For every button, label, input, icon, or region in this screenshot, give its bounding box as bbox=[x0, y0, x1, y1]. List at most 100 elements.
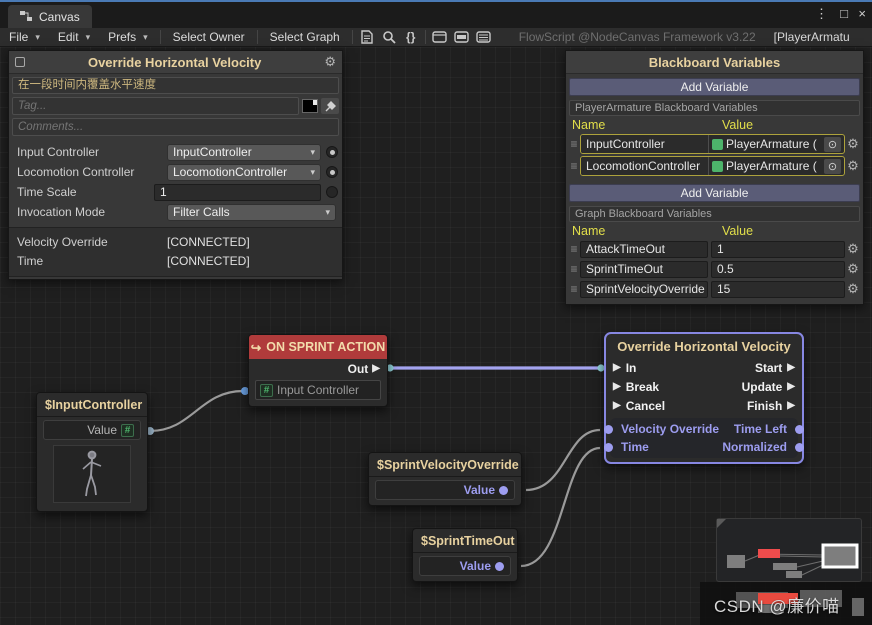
tag-input[interactable] bbox=[12, 97, 299, 115]
chevron-down-icon: ▾ bbox=[35, 31, 40, 42]
blackboard-title: Blackboard Variables bbox=[648, 54, 781, 70]
variable-name-field[interactable]: LocomotionController bbox=[581, 157, 709, 175]
velocity-override-port[interactable]: Velocity Override bbox=[604, 422, 719, 436]
node-sprint-velocity-override-variable[interactable]: $SprintVelocityOverride Value bbox=[368, 452, 522, 506]
collapse-icon[interactable] bbox=[15, 57, 25, 67]
gear-icon[interactable]: ⚙ bbox=[845, 158, 861, 174]
drag-handle-icon[interactable]: ≡ bbox=[568, 282, 580, 296]
value-port-icon[interactable] bbox=[499, 485, 508, 495]
locomotion-controller-dropdown[interactable]: LocomotionController ▾ bbox=[167, 163, 321, 181]
node-override-horizontal-velocity[interactable]: Override Horizontal Velocity ▶ In Start … bbox=[604, 332, 804, 464]
panel-toggle-inspector-icon[interactable] bbox=[429, 28, 451, 46]
connected-status: [CONNECTED] bbox=[167, 234, 250, 249]
search-icon[interactable] bbox=[378, 28, 400, 46]
variable-name-field[interactable]: InputController bbox=[581, 135, 709, 153]
in-port[interactable]: ▶ In bbox=[613, 361, 636, 375]
variable-name-field[interactable]: SprintVelocityOverride bbox=[580, 280, 708, 298]
input-controller-param-field[interactable]: # Input Controller bbox=[255, 380, 381, 400]
menu-file[interactable]: File ▾ bbox=[0, 28, 49, 46]
time-scale-input[interactable] bbox=[154, 183, 321, 201]
blackboard-toggle-radio[interactable] bbox=[326, 146, 338, 158]
drag-handle-icon[interactable]: ≡ bbox=[568, 262, 580, 276]
variable-value-field[interactable]: 1 bbox=[711, 240, 845, 258]
blackboard-toggle-radio[interactable] bbox=[326, 166, 338, 178]
input-controller-dropdown[interactable]: InputController ▾ bbox=[167, 143, 321, 161]
node-color-swatch[interactable] bbox=[302, 99, 318, 113]
variable-name-field[interactable]: AttackTimeOut bbox=[580, 240, 708, 258]
node-sprint-timeout-variable[interactable]: $SprintTimeOut Value bbox=[412, 528, 518, 582]
blackboard-toggle-radio[interactable] bbox=[326, 186, 338, 198]
menu-prefs[interactable]: Prefs ▾ bbox=[99, 28, 157, 46]
value-port-icon[interactable] bbox=[795, 424, 804, 434]
start-port[interactable]: Start ▶ bbox=[755, 361, 795, 375]
gear-icon[interactable]: ⚙ bbox=[845, 261, 861, 277]
gameobject-icon bbox=[712, 160, 723, 172]
break-port[interactable]: ▶ Break bbox=[613, 380, 659, 394]
node-input-controller-variable[interactable]: $InputController Value # bbox=[36, 392, 148, 512]
close-icon[interactable]: × bbox=[858, 6, 866, 21]
eyedropper-icon[interactable] bbox=[321, 98, 339, 114]
value-port-icon[interactable] bbox=[604, 424, 613, 434]
gear-icon[interactable]: ⚙ bbox=[324, 54, 336, 70]
minimap-resize-handle[interactable] bbox=[717, 519, 726, 528]
graph-owner-label[interactable]: [PlayerArmatu bbox=[774, 30, 850, 44]
divider bbox=[369, 476, 521, 477]
variable-value-field[interactable]: 15 bbox=[711, 280, 845, 298]
tab-canvas[interactable]: Canvas bbox=[8, 5, 92, 28]
add-variable-button[interactable]: Add Variable bbox=[569, 78, 860, 96]
code-braces-icon[interactable]: {} bbox=[400, 28, 422, 46]
update-port[interactable]: Update ▶ bbox=[742, 380, 795, 394]
drag-handle-icon[interactable]: ≡ bbox=[568, 242, 580, 256]
more-icon[interactable]: ⋮ bbox=[815, 6, 828, 22]
gameobject-icon bbox=[712, 138, 723, 150]
invocation-mode-dropdown[interactable]: Filter Calls ▾ bbox=[167, 203, 336, 221]
panel-toggle-console-icon[interactable] bbox=[473, 28, 495, 46]
node-description: 在一段时间内覆盖水平速度 bbox=[12, 77, 339, 94]
value-port-icon[interactable] bbox=[495, 561, 504, 571]
log-icon[interactable] bbox=[356, 28, 378, 46]
comments-input[interactable] bbox=[12, 118, 339, 136]
time-left-port[interactable]: Time Left bbox=[734, 422, 804, 436]
normalized-port[interactable]: Normalized bbox=[722, 440, 804, 454]
add-variable-button[interactable]: Add Variable bbox=[569, 184, 860, 202]
drag-handle-icon[interactable]: ≡ bbox=[568, 137, 580, 151]
variable-value-field[interactable]: PlayerArmature ( ⊙ bbox=[709, 157, 844, 175]
gear-icon[interactable]: ⚙ bbox=[845, 136, 861, 152]
time-port[interactable]: Time bbox=[604, 440, 649, 454]
framework-label: FlowScript @NodeCanvas Framework v3.22 bbox=[518, 30, 756, 44]
tab-label: Canvas bbox=[39, 9, 80, 24]
menubar-divider bbox=[159, 30, 161, 44]
tag-row bbox=[12, 97, 339, 115]
field-input-controller: Input Controller InputController ▾ bbox=[9, 142, 342, 162]
maximize-icon[interactable]: □ bbox=[840, 6, 848, 21]
object-picker-icon[interactable]: ⊙ bbox=[824, 158, 841, 174]
gear-icon[interactable]: ⚙ bbox=[845, 241, 861, 257]
inspector-title: Override Horizontal Velocity bbox=[87, 54, 262, 70]
highlighted-variable: LocomotionController PlayerArmature ( ⊙ bbox=[580, 156, 845, 176]
menu-edit[interactable]: Edit ▾ bbox=[49, 28, 99, 46]
select-graph-button[interactable]: Select Graph bbox=[261, 28, 349, 46]
panel-toggle-blackboard-icon[interactable] bbox=[451, 28, 473, 46]
variable-row-inputcontroller: ≡ InputController PlayerArmature ( ⊙ ⚙ bbox=[568, 134, 861, 154]
connected-row: Time [CONNECTED] bbox=[17, 253, 250, 268]
gear-icon[interactable]: ⚙ bbox=[845, 281, 861, 297]
value-ports-box: Velocity Override Time Left Time Normali… bbox=[604, 418, 804, 458]
value-port-icon[interactable] bbox=[795, 442, 804, 452]
select-owner-button[interactable]: Select Owner bbox=[164, 28, 254, 46]
cancel-port[interactable]: ▶ Cancel bbox=[613, 399, 665, 413]
value-port-icon[interactable] bbox=[604, 442, 613, 452]
value-port-row[interactable]: Value bbox=[375, 480, 515, 500]
variable-value-field[interactable]: 0.5 bbox=[711, 260, 845, 278]
variable-name-field[interactable]: SprintTimeOut bbox=[580, 260, 708, 278]
divider bbox=[37, 416, 147, 417]
variable-value-field[interactable]: PlayerArmature ( ⊙ bbox=[709, 135, 844, 153]
watermark: CSDN @廉价喵 bbox=[714, 597, 840, 616]
node-on-sprint-action[interactable]: ↪ ON SPRINT ACTION Out ▶ # Input Control… bbox=[248, 334, 388, 407]
minimap[interactable] bbox=[716, 518, 862, 582]
out-port-row[interactable]: Out ▶ bbox=[249, 359, 387, 378]
value-port-row[interactable]: Value # bbox=[43, 420, 141, 440]
object-picker-icon[interactable]: ⊙ bbox=[824, 136, 841, 152]
value-port-row[interactable]: Value bbox=[419, 556, 511, 576]
drag-handle-icon[interactable]: ≡ bbox=[568, 159, 580, 173]
finish-port[interactable]: Finish ▶ bbox=[747, 399, 795, 413]
